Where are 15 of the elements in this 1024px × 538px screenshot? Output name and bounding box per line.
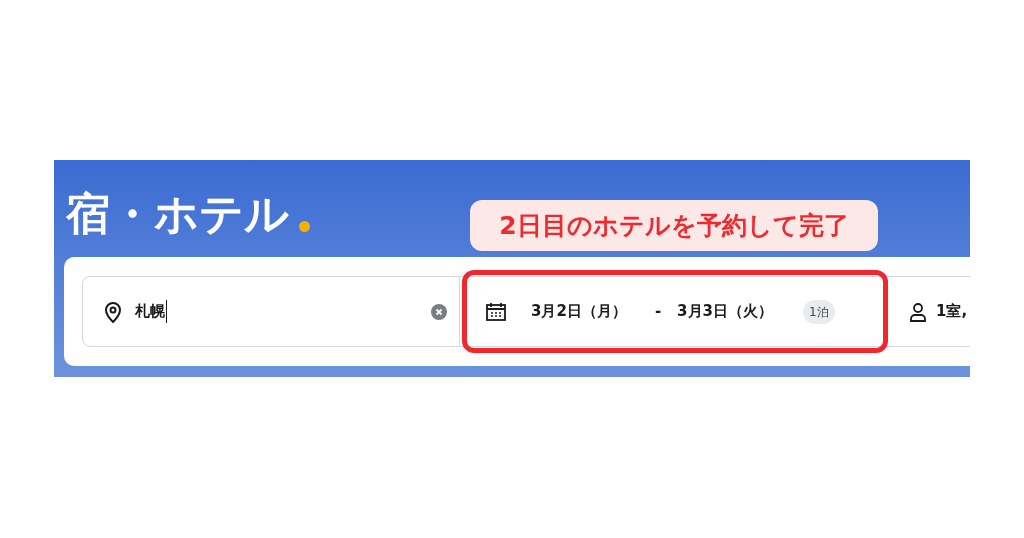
destination-field[interactable]: 札幌: [82, 276, 460, 347]
nights-badge: 1泊: [803, 299, 835, 324]
clear-icon[interactable]: [431, 303, 447, 320]
page-title: 宿・ホテル: [66, 188, 289, 240]
destination-value: 札幌: [135, 300, 167, 323]
guests-value: 1室,: [936, 301, 968, 323]
annotation-label: 2日目のホテルを予約して完了: [470, 200, 878, 251]
date-field[interactable]: 3月2日（月） - 3月3日（火） 1泊: [460, 276, 890, 347]
person-icon: [908, 301, 928, 322]
location-pin-icon: [103, 300, 123, 323]
check-out-date: 3月3日（火）: [677, 301, 773, 323]
check-in-date: 3月2日（月）: [531, 301, 627, 323]
calendar-icon: [485, 301, 507, 322]
guests-field[interactable]: 1室,: [890, 276, 970, 347]
date-separator: -: [654, 301, 662, 323]
